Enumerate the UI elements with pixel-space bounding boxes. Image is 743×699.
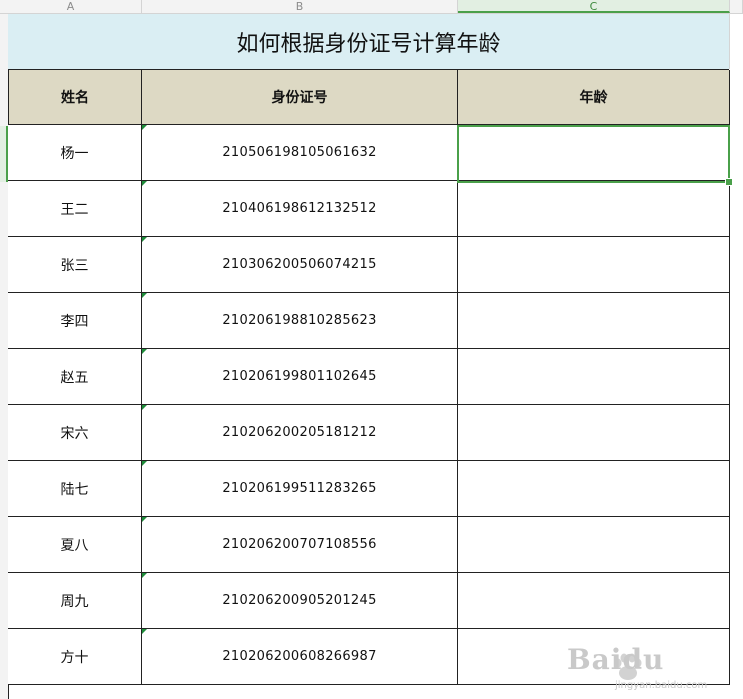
id-value: 210206200205181212 bbox=[222, 425, 377, 440]
id-value: 210206199801102645 bbox=[222, 369, 377, 384]
id-value: 210206200707108556 bbox=[222, 537, 377, 552]
id-cell[interactable]: 210206200707108556 bbox=[142, 517, 458, 573]
age-cell[interactable] bbox=[458, 517, 730, 573]
id-value: 210206200608266987 bbox=[222, 649, 377, 664]
id-value: 210206198810285623 bbox=[222, 313, 377, 328]
age-cell[interactable] bbox=[458, 349, 730, 405]
fill-handle[interactable] bbox=[725, 178, 733, 186]
id-value: 210306200506074215 bbox=[222, 257, 377, 272]
text-number-indicator-icon bbox=[142, 349, 147, 354]
text-number-indicator-icon bbox=[142, 517, 147, 522]
id-cell[interactable]: 210206199511283265 bbox=[142, 461, 458, 517]
id-cell[interactable]: 210506198105061632 bbox=[142, 125, 458, 181]
name-cell[interactable]: 王二 bbox=[8, 181, 142, 237]
age-cell[interactable] bbox=[458, 293, 730, 349]
id-cell[interactable]: 210206200608266987 bbox=[142, 629, 458, 685]
id-value: 210506198105061632 bbox=[222, 145, 377, 160]
text-number-indicator-icon bbox=[142, 629, 147, 634]
header-cell-id[interactable]: 身份证号 bbox=[142, 70, 458, 125]
id-cell[interactable]: 210206200905201245 bbox=[142, 573, 458, 629]
id-cell[interactable]: 210206198810285623 bbox=[142, 293, 458, 349]
id-cell[interactable]: 210206200205181212 bbox=[142, 405, 458, 461]
text-number-indicator-icon bbox=[142, 125, 147, 130]
name-cell[interactable]: 宋六 bbox=[8, 405, 142, 461]
age-cell[interactable] bbox=[458, 125, 730, 181]
name-cell[interactable]: 李四 bbox=[8, 293, 142, 349]
id-cell[interactable]: 210206199801102645 bbox=[142, 349, 458, 405]
text-number-indicator-icon bbox=[142, 573, 147, 578]
text-number-indicator-icon bbox=[142, 181, 147, 186]
id-value: 210206199511283265 bbox=[222, 481, 377, 496]
cell-d1[interactable] bbox=[729, 14, 743, 69]
header-cell-age[interactable]: 年龄 bbox=[458, 70, 730, 125]
age-cell[interactable] bbox=[458, 181, 730, 237]
column-header-b[interactable]: B bbox=[142, 0, 458, 13]
id-value: 210206200905201245 bbox=[222, 593, 377, 608]
text-number-indicator-icon bbox=[142, 293, 147, 298]
name-cell[interactable]: 陆七 bbox=[8, 461, 142, 517]
column-header-a[interactable]: A bbox=[0, 0, 142, 13]
text-number-indicator-icon bbox=[142, 461, 147, 466]
name-cell[interactable]: 赵五 bbox=[8, 349, 142, 405]
id-value: 210406198612132512 bbox=[222, 201, 377, 216]
baidu-jingyan-watermark: Baidu jingyan.baidu.com bbox=[549, 633, 739, 697]
age-cell[interactable] bbox=[458, 237, 730, 293]
watermark-url: jingyan.baidu.com bbox=[615, 680, 708, 691]
id-cell[interactable]: 210306200506074215 bbox=[142, 237, 458, 293]
age-cell[interactable] bbox=[458, 573, 730, 629]
name-cell[interactable]: 周九 bbox=[8, 573, 142, 629]
text-number-indicator-icon bbox=[142, 405, 147, 410]
row-header-selected[interactable] bbox=[0, 126, 8, 182]
sheet-title: 如何根据身份证号计算年龄 bbox=[236, 31, 501, 57]
watermark-brand: Baidu bbox=[567, 643, 665, 676]
name-cell[interactable]: 夏八 bbox=[8, 517, 142, 573]
age-cell[interactable] bbox=[458, 405, 730, 461]
id-cell[interactable]: 210406198612132512 bbox=[142, 181, 458, 237]
name-cell[interactable]: 杨一 bbox=[8, 125, 142, 181]
column-header-d[interactable] bbox=[730, 0, 743, 13]
title-cell[interactable]: 如何根据身份证号计算年龄 bbox=[8, 14, 729, 70]
name-cell[interactable]: 方十 bbox=[8, 629, 142, 685]
column-header-bar: A B C bbox=[0, 0, 743, 14]
age-cell[interactable] bbox=[458, 461, 730, 517]
name-cell[interactable]: 张三 bbox=[8, 237, 142, 293]
text-number-indicator-icon bbox=[142, 237, 147, 242]
header-cell-name[interactable]: 姓名 bbox=[8, 70, 142, 125]
column-header-c[interactable]: C bbox=[458, 0, 730, 13]
